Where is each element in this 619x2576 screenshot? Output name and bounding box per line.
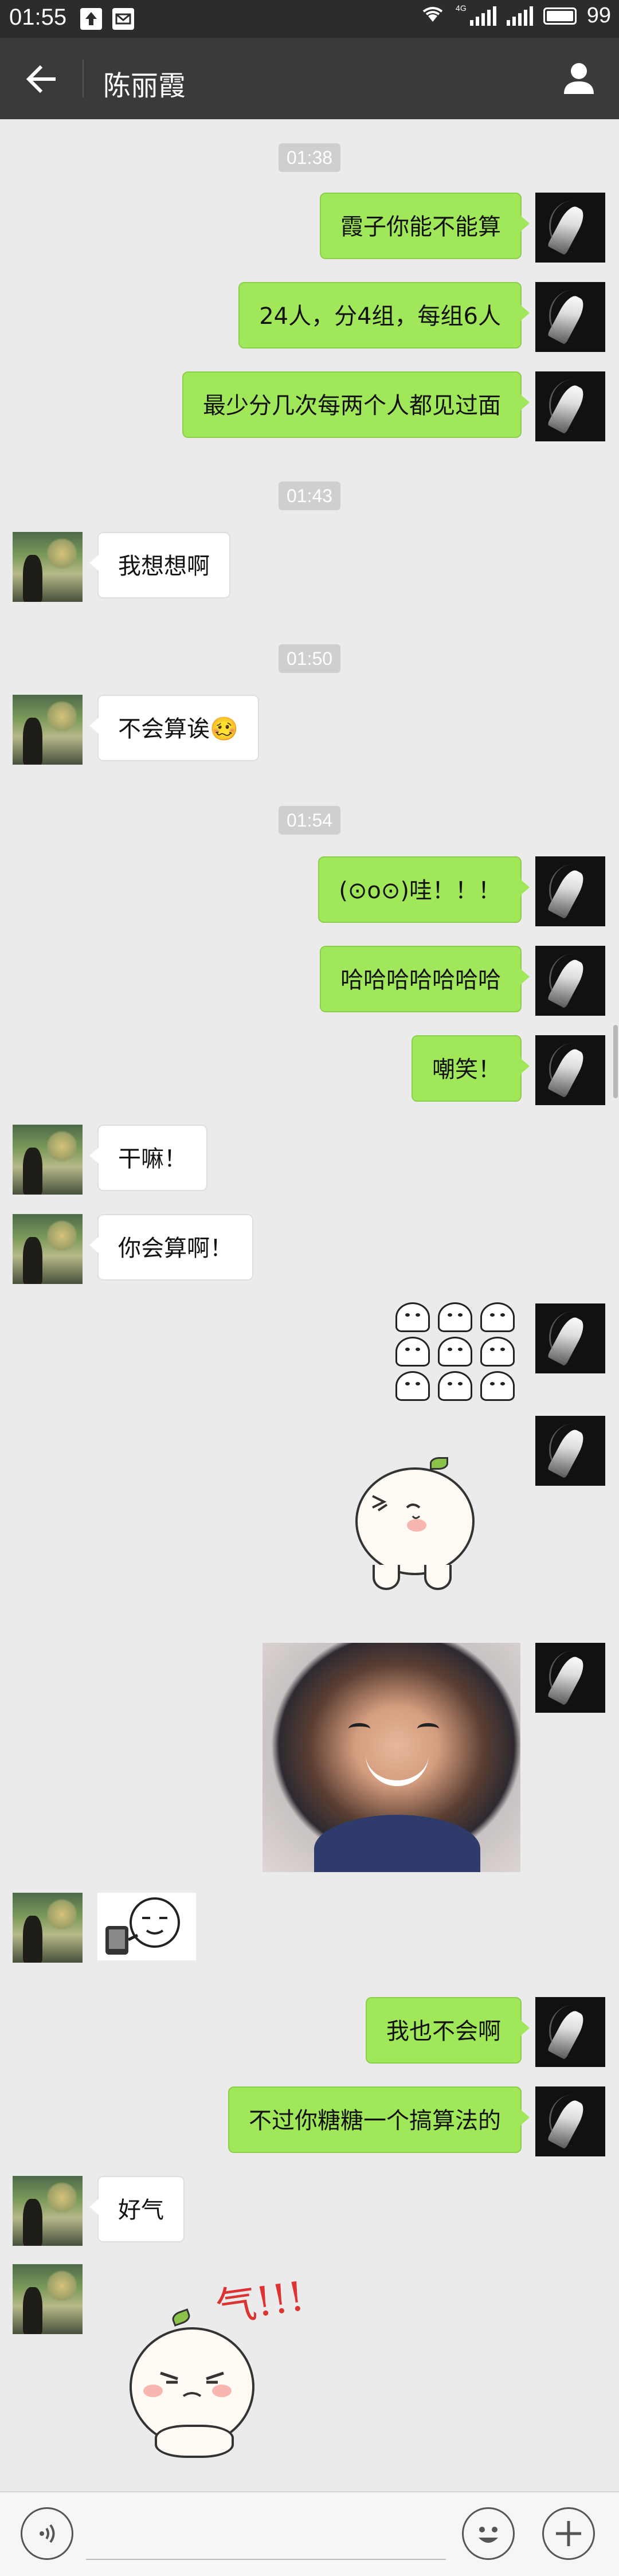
message-input-bar [0, 2491, 619, 2576]
title-divider [83, 60, 84, 97]
mail-icon [112, 8, 134, 30]
my-avatar[interactable] [535, 1997, 605, 2067]
back-button[interactable] [23, 61, 60, 97]
my-avatar[interactable] [535, 1416, 605, 1486]
message-bubble-me[interactable]: 最少分几次每两个人都见过面 [182, 371, 530, 438]
contact-avatar[interactable] [13, 695, 83, 765]
my-avatar[interactable] [535, 946, 605, 1016]
contact-avatar[interactable] [13, 532, 83, 602]
timestamp: 01:38 [279, 143, 340, 172]
ghost-face-icon [395, 1302, 430, 1332]
my-avatar[interactable] [535, 2086, 605, 2156]
contact-avatar[interactable] [13, 2176, 83, 2246]
ghost-face-icon [480, 1371, 515, 1401]
message-bubble-other[interactable]: 我想想啊 [89, 532, 230, 598]
ghost-face-icon [395, 1337, 430, 1367]
message-bubble-me[interactable]: 24人，分4组，每组6人 [238, 282, 530, 349]
scrollbar-thumb[interactable] [613, 1025, 618, 1098]
bun-wink-sticker[interactable] [344, 1450, 493, 1599]
message-bubble-me[interactable]: (⊙o⊙)哇！！！ [318, 856, 530, 923]
person-icon [564, 63, 594, 94]
my-avatar[interactable] [535, 371, 605, 441]
profile-button[interactable] [561, 60, 597, 96]
contact-avatar[interactable] [13, 1125, 83, 1195]
upload-icon [80, 8, 102, 30]
ghost-face-icon [438, 1302, 472, 1332]
chat-title-bar: 陈丽霞 [0, 38, 619, 119]
status-bar: 01:55 4G 99 [0, 0, 619, 38]
emoji-icon [479, 2527, 498, 2543]
message-bubble-me[interactable]: 哈哈哈哈哈哈哈 [320, 946, 530, 1012]
network-tag: 4G [456, 3, 467, 13]
message-bubble-other[interactable]: 你会算啊！ [89, 1214, 253, 1281]
timestamp: 01:50 [279, 644, 340, 673]
arrow-left-icon [26, 65, 56, 93]
my-avatar[interactable] [535, 1035, 605, 1105]
ghost-face-icon [395, 1371, 430, 1401]
message-bubble-me[interactable]: 我也不会啊 [366, 1997, 530, 2064]
timestamp: 01:43 [279, 481, 340, 510]
timestamp: 01:54 [279, 806, 340, 835]
plus-button[interactable] [542, 2507, 595, 2560]
my-avatar[interactable] [535, 1643, 605, 1713]
my-avatar[interactable] [535, 1303, 605, 1373]
chat-title: 陈丽霞 [103, 70, 186, 102]
laughing-child-photo[interactable] [263, 1643, 520, 1872]
message-bubble-other[interactable]: 不会算诶🥴 [89, 695, 259, 761]
emoji-button[interactable] [462, 2507, 515, 2560]
message-bubble-other[interactable]: 干嘛！ [89, 1125, 207, 1191]
wifi-icon [420, 3, 445, 28]
message-input[interactable] [86, 2510, 446, 2560]
message-bubble-me[interactable]: 不过你糖糖一个搞算法的 [228, 2086, 530, 2153]
ghost-face-icon [480, 1337, 515, 1367]
battery-level: 99 [586, 3, 611, 28]
sticker-caption: 气!!! [213, 2272, 308, 2332]
contact-avatar[interactable] [13, 1214, 83, 1284]
status-time: 01:55 [9, 5, 67, 30]
message-bubble-other[interactable]: 好气 [89, 2176, 185, 2242]
voice-button[interactable] [21, 2507, 73, 2560]
signal-icon [469, 6, 496, 26]
plus-icon [556, 2521, 581, 2546]
battery-icon [543, 7, 577, 25]
phone-face-sticker[interactable] [97, 1893, 196, 1960]
contact-avatar[interactable] [13, 1893, 83, 1963]
message-bubble-me[interactable]: 嘲笑！ [412, 1035, 530, 1102]
ghost-face-icon [480, 1302, 515, 1332]
my-avatar[interactable] [535, 856, 605, 926]
my-avatar[interactable] [535, 282, 605, 352]
ghost-faces-sticker[interactable] [395, 1302, 515, 1401]
message-bubble-me[interactable]: 霞子你能不能算 [320, 193, 530, 259]
ghost-face-icon [438, 1337, 472, 1367]
my-avatar[interactable] [535, 193, 605, 263]
chat-scrollbar[interactable] [613, 119, 619, 2491]
ghost-face-icon [438, 1371, 472, 1401]
voice-icon [40, 2524, 55, 2543]
signal-icon-2 [506, 6, 533, 26]
contact-avatar[interactable] [13, 2264, 83, 2334]
